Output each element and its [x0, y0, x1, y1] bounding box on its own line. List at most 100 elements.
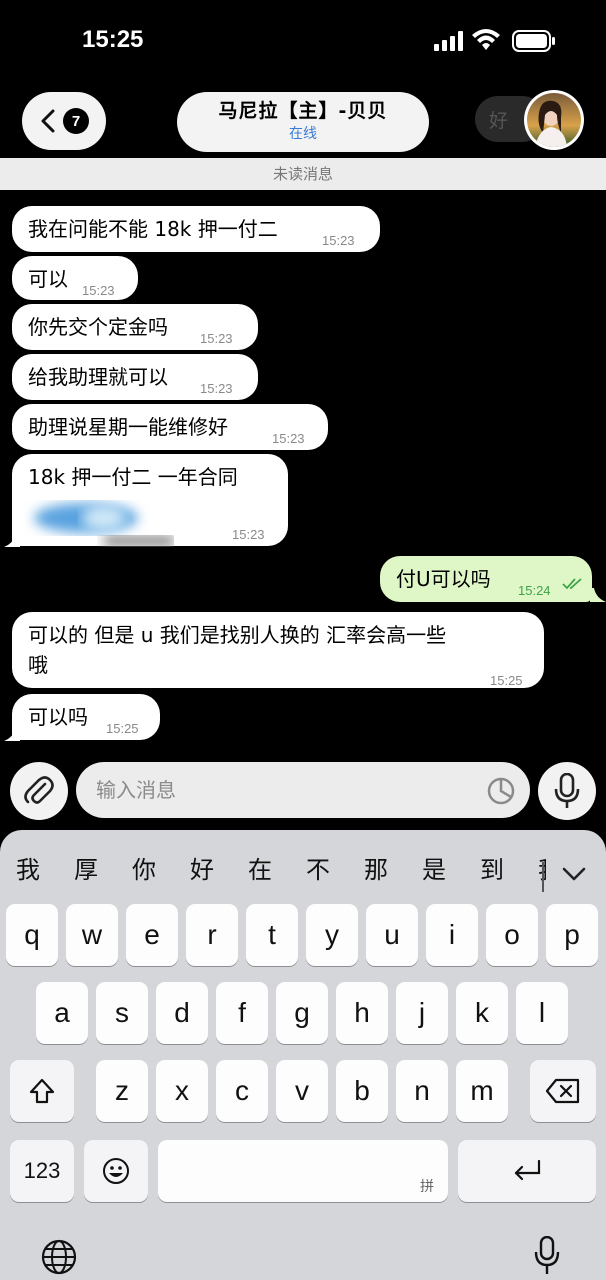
key-y[interactable]: y	[306, 904, 358, 966]
unread-divider: 未读消息	[0, 158, 606, 190]
key-label: p	[564, 919, 580, 950]
candidate-word[interactable]: 厚	[74, 850, 98, 885]
key-n[interactable]: n	[396, 1060, 448, 1122]
candidate-word[interactable]: 不	[306, 850, 330, 885]
avatar[interactable]	[524, 90, 584, 150]
key-label: s	[115, 997, 129, 1028]
key-f[interactable]: f	[216, 982, 268, 1044]
message-time: 15:25	[106, 721, 139, 736]
chat-title-pill[interactable]: 马尼拉【主】-贝贝 在线	[177, 92, 429, 152]
message-bubble-outgoing[interactable]: 付U可以吗 15:24	[380, 556, 592, 602]
key-label: u	[384, 919, 400, 950]
key-z[interactable]: z	[96, 1060, 148, 1122]
candidate-word[interactable]: 我	[16, 850, 40, 885]
message-bubble[interactable]: 你先交个定金吗 15:23	[12, 304, 258, 350]
key-t[interactable]: t	[246, 904, 298, 966]
key-g[interactable]: g	[276, 982, 328, 1044]
key-p[interactable]: p	[546, 904, 598, 966]
key-label: r	[207, 919, 217, 950]
chevron-down-icon[interactable]	[562, 866, 586, 882]
candidate-word[interactable]: 是	[422, 850, 446, 885]
shift-icon	[29, 1078, 55, 1104]
key-e[interactable]: e	[126, 904, 178, 966]
message-bubble[interactable]: 可以的 但是 u 我们是找别人换的 汇率会高一些 哦 15:25	[12, 612, 544, 688]
key-h[interactable]: h	[336, 982, 388, 1044]
key-o[interactable]: o	[486, 904, 538, 966]
shift-key[interactable]	[10, 1060, 74, 1122]
emoji-key[interactable]	[84, 1140, 148, 1202]
wifi-icon	[472, 29, 500, 50]
key-label: x	[175, 1075, 189, 1106]
key-label: q	[24, 919, 40, 950]
message-time: 15:23	[232, 527, 265, 542]
candidate-word[interactable]: 那	[364, 850, 388, 885]
candidate-word[interactable]: 好	[190, 850, 214, 885]
voice-record-button[interactable]	[538, 762, 596, 820]
key-b[interactable]: b	[336, 1060, 388, 1122]
dictation-microphone-icon[interactable]	[534, 1236, 560, 1276]
key-label: l	[538, 997, 546, 1028]
key-label: j	[418, 997, 426, 1028]
backspace-key[interactable]	[530, 1060, 596, 1122]
attach-button[interactable]	[10, 762, 68, 820]
numbers-key[interactable]: 123	[10, 1140, 74, 1202]
key-k[interactable]: k	[456, 982, 508, 1044]
message-bubble[interactable]: 18k 押一付二 一年合同 15:23	[12, 454, 288, 546]
key-r[interactable]: r	[186, 904, 238, 966]
candidate-bar: 我 厚 你 好 在 不 那 是 到 我	[0, 844, 606, 892]
double-check-icon	[562, 578, 582, 590]
message-input[interactable]	[76, 762, 530, 818]
bubble-tail	[4, 727, 20, 741]
chat-status: 在线	[289, 126, 317, 142]
key-v[interactable]: v	[276, 1060, 328, 1122]
candidate-word[interactable]: 在	[248, 850, 272, 885]
key-m[interactable]: m	[456, 1060, 508, 1122]
key-w[interactable]: w	[66, 904, 118, 966]
emoji-icon	[103, 1158, 129, 1184]
candidate-word[interactable]: 到	[480, 850, 504, 885]
candidate-divider	[542, 862, 544, 892]
message-text-line2: 哦	[28, 653, 48, 677]
key-c[interactable]: c	[216, 1060, 268, 1122]
key-label: o	[504, 919, 520, 950]
message-bubble[interactable]: 可以 15:23	[12, 256, 138, 300]
signal-icon	[434, 31, 463, 51]
return-key[interactable]	[458, 1140, 596, 1202]
key-i[interactable]: i	[426, 904, 478, 966]
key-label: t	[268, 919, 276, 950]
back-button[interactable]: 7	[22, 92, 106, 150]
globe-icon[interactable]	[40, 1238, 78, 1276]
message-bubble[interactable]: 可以吗 15:25	[12, 694, 160, 740]
key-label: g	[294, 997, 310, 1028]
key-label: h	[354, 997, 370, 1028]
key-s[interactable]: s	[96, 982, 148, 1044]
candidate-word[interactable]: 你	[132, 850, 156, 885]
key-j[interactable]: j	[396, 982, 448, 1044]
key-label: w	[81, 919, 103, 950]
message-bubble[interactable]: 给我助理就可以 15:23	[12, 354, 258, 400]
key-label: e	[144, 919, 160, 950]
key-label: i	[448, 919, 456, 950]
message-text: 18k 押一付二 一年合同	[28, 465, 238, 489]
key-label: d	[174, 997, 190, 1028]
key-l[interactable]: l	[516, 982, 568, 1044]
key-label: k	[475, 997, 489, 1028]
message-time: 15:23	[272, 431, 305, 446]
sticker-icon[interactable]	[486, 776, 516, 806]
key-x[interactable]: x	[156, 1060, 208, 1122]
key-a[interactable]: a	[36, 982, 88, 1044]
message-time: 15:23	[82, 283, 115, 298]
message-text: 你先交个定金吗	[28, 315, 168, 339]
space-key[interactable]: 拼	[158, 1140, 448, 1202]
backspace-icon	[545, 1078, 580, 1104]
key-u[interactable]: u	[366, 904, 418, 966]
key-label: n	[414, 1075, 430, 1106]
key-q[interactable]: q	[6, 904, 58, 966]
message-bubble[interactable]: 助理说星期一能维修好 15:23	[12, 404, 328, 450]
key-d[interactable]: d	[156, 982, 208, 1044]
keyboard: 我 厚 你 好 在 不 那 是 到 我 q w e r t y u i o p …	[0, 830, 606, 1280]
message-bubble[interactable]: 我在问能不能 18k 押一付二 15:23	[12, 206, 380, 252]
bubble-tail	[590, 588, 606, 602]
message-text: 助理说星期一能维修好	[28, 415, 228, 439]
message-time: 15:25	[490, 673, 523, 688]
